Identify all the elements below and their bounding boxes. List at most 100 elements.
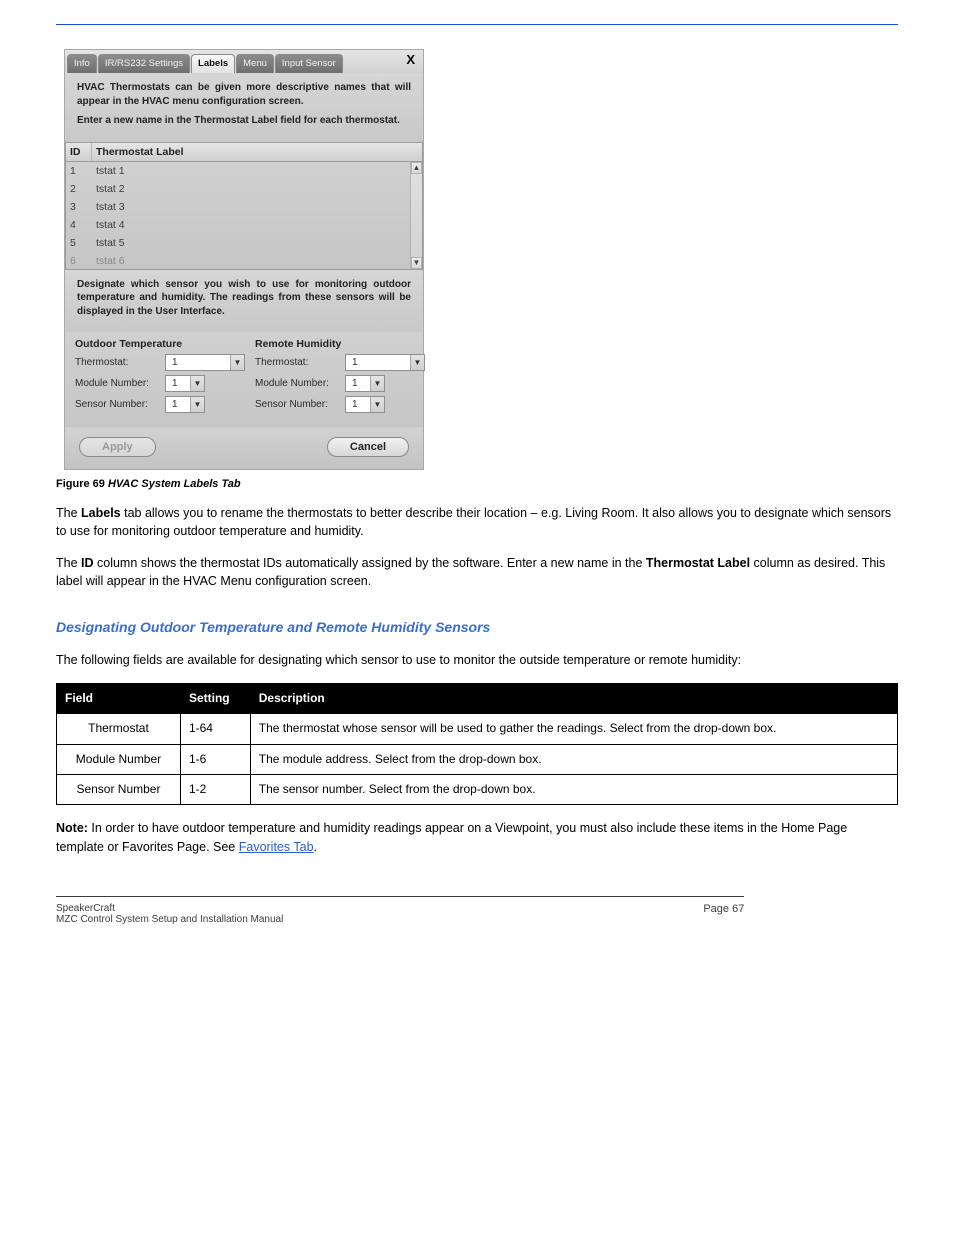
cell-description: The sensor number. Select from the drop-… [250, 775, 897, 805]
cell-field: Thermostat [57, 714, 181, 744]
fields-table: Field Setting Description Thermostat 1-6… [56, 683, 898, 806]
help-text-2: Enter a new name in the Thermostat Label… [77, 114, 411, 128]
th-setting: Setting [180, 683, 250, 713]
module-number-dropdown[interactable]: 1 ▼ [345, 375, 385, 392]
page-number: Page 67 [703, 903, 744, 925]
dialog-screenshot: Info IR/RS232 Settings Labels Menu Input… [64, 49, 424, 470]
table-header: ID Thermostat Label [65, 142, 423, 162]
tab-menu[interactable]: Menu [236, 54, 274, 73]
remote-humidity-col: Remote Humidity Thermostat: 1 ▼ Module N… [255, 338, 425, 417]
footer-title: MZC Control System Setup and Installatio… [56, 914, 283, 925]
table-row[interactable]: 6 tstat 6 [66, 252, 422, 270]
tab-input-sensor[interactable]: Input Sensor [275, 54, 343, 73]
link-favorites-tab[interactable]: Favorites Tab [239, 840, 314, 854]
table-row[interactable]: 5 tstat 5 [66, 234, 422, 252]
outdoor-temperature-col: Outdoor Temperature Thermostat: 1 ▼ Modu… [75, 338, 245, 417]
close-button[interactable]: X [400, 52, 421, 71]
note-paragraph: Note: In order to have outdoor temperatu… [56, 819, 898, 855]
cell-id: 4 [66, 216, 92, 234]
paragraph: The following fields are available for d… [56, 651, 898, 669]
cell-label[interactable]: tstat 6 [92, 252, 422, 270]
note-text: In order to have outdoor temperature and… [56, 821, 847, 853]
term-id: ID [81, 556, 94, 570]
cell-label[interactable]: tstat 5 [92, 234, 422, 252]
help-text-1: HVAC Thermostats can be given more descr… [77, 81, 411, 108]
cell-setting: 1-6 [180, 744, 250, 774]
apply-button[interactable]: Apply [79, 437, 156, 457]
dropdown-value: 1 [346, 399, 370, 410]
cell-description: The thermostat whose sensor will be used… [250, 714, 897, 744]
scrollbar[interactable]: ▲ ▼ [410, 162, 422, 269]
chevron-down-icon: ▼ [410, 355, 424, 370]
figure-caption: Figure 69 HVAC System Labels Tab [56, 478, 898, 490]
chevron-down-icon: ▼ [370, 376, 384, 391]
th-description: Description [250, 683, 897, 713]
dropdown-value: 1 [346, 357, 410, 368]
dropdown-value: 1 [346, 378, 370, 389]
thermostat-dropdown[interactable]: 1 ▼ [165, 354, 245, 371]
paragraph: The Labels tab allows you to rename the … [56, 504, 898, 540]
table-row: Thermostat 1-64 The thermostat whose sen… [57, 714, 898, 744]
document-body: The Labels tab allows you to rename the … [56, 504, 898, 856]
table-row: Module Number 1-6 The module address. Se… [57, 744, 898, 774]
thermostat-dropdown[interactable]: 1 ▼ [345, 354, 425, 371]
sensor-number-label: Sensor Number: [75, 399, 161, 410]
term-labels: Labels [81, 506, 121, 520]
table-body: 1 tstat 1 2 tstat 2 3 tstat 3 4 tstat 4 … [65, 162, 423, 270]
scroll-up-icon[interactable]: ▲ [411, 162, 422, 174]
table-row[interactable]: 2 tstat 2 [66, 180, 422, 198]
table-header-row: Field Setting Description [57, 683, 898, 713]
section-heading: Designating Outdoor Temperature and Remo… [56, 617, 898, 637]
dropdown-value: 1 [166, 399, 190, 410]
paragraph: The ID column shows the thermostat IDs a… [56, 554, 898, 590]
button-row: Apply Cancel [65, 427, 423, 469]
text: The [56, 556, 81, 570]
cell-field: Sensor Number [57, 775, 181, 805]
module-number-label: Module Number: [75, 378, 161, 389]
cell-label[interactable]: tstat 4 [92, 216, 422, 234]
table-row[interactable]: 4 tstat 4 [66, 216, 422, 234]
table-row: Sensor Number 1-2 The sensor number. Sel… [57, 775, 898, 805]
help-panel-mid: Designate which sensor you wish to use f… [65, 270, 423, 333]
note-text: . [314, 840, 317, 854]
th-field: Field [57, 683, 181, 713]
text: The [56, 506, 81, 520]
help-panel-top: HVAC Thermostats can be given more descr… [65, 73, 423, 142]
tab-info[interactable]: Info [67, 54, 97, 73]
chevron-down-icon: ▼ [190, 376, 204, 391]
cancel-button[interactable]: Cancel [327, 437, 409, 457]
module-number-dropdown[interactable]: 1 ▼ [165, 375, 205, 392]
cell-setting: 1-2 [180, 775, 250, 805]
sensor-number-dropdown[interactable]: 1 ▼ [345, 396, 385, 413]
thermostat-label: Thermostat: [255, 357, 341, 368]
rule-top [56, 24, 898, 25]
chevron-down-icon: ▼ [190, 397, 204, 412]
text: column shows the thermostat IDs automati… [94, 556, 646, 570]
term-thermostat-label: Thermostat Label [646, 556, 750, 570]
sensor-number-dropdown[interactable]: 1 ▼ [165, 396, 205, 413]
cell-id: 1 [66, 162, 92, 180]
table-row[interactable]: 1 tstat 1 [66, 162, 422, 180]
scroll-down-icon[interactable]: ▼ [411, 257, 422, 269]
cell-label[interactable]: tstat 3 [92, 198, 422, 216]
cell-description: The module address. Select from the drop… [250, 744, 897, 774]
footer-brand: SpeakerCraft [56, 903, 283, 914]
note-lead: Note: [56, 821, 88, 835]
cell-id: 6 [66, 252, 92, 270]
tab-ir-rs232[interactable]: IR/RS232 Settings [98, 54, 190, 73]
col-id: ID [66, 143, 92, 161]
dropdown-value: 1 [166, 357, 230, 368]
cell-id: 2 [66, 180, 92, 198]
cell-field: Module Number [57, 744, 181, 774]
figure-number: Figure 69 [56, 478, 108, 490]
tab-labels[interactable]: Labels [191, 54, 235, 73]
table-row[interactable]: 3 tstat 3 [66, 198, 422, 216]
outdoor-temperature-heading: Outdoor Temperature [75, 338, 245, 350]
cell-label[interactable]: tstat 1 [92, 162, 422, 180]
text: tab allows you to rename the thermostats… [56, 506, 891, 538]
col-thermostat-label: Thermostat Label [92, 143, 422, 161]
module-number-label: Module Number: [255, 378, 341, 389]
help-text-mid: Designate which sensor you wish to use f… [77, 278, 411, 319]
tab-strip: Info IR/RS232 Settings Labels Menu Input… [65, 50, 423, 73]
cell-label[interactable]: tstat 2 [92, 180, 422, 198]
